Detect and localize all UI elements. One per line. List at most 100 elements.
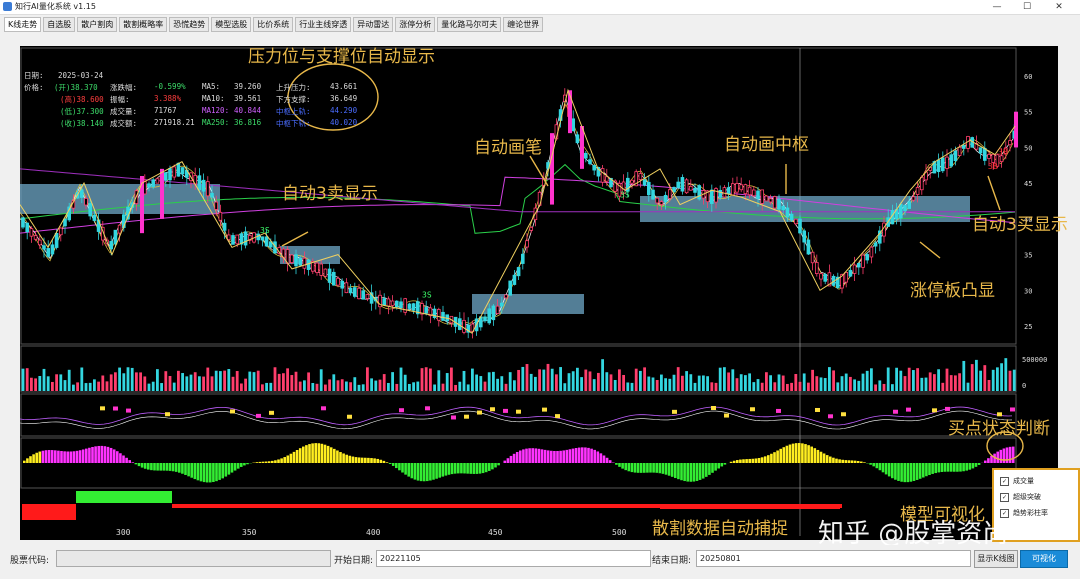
volume-bar [895, 367, 898, 391]
macd-bar [286, 455, 290, 463]
candle-body [978, 147, 983, 154]
candle-body [592, 164, 596, 171]
osc-dot [425, 406, 430, 411]
volume-bar [525, 364, 529, 391]
volume-bar [67, 369, 71, 391]
volume-bar [269, 382, 273, 391]
macd-bar [305, 445, 308, 463]
macd-bar [348, 455, 352, 463]
macd-bar [109, 447, 113, 463]
tab-panic[interactable]: 恐慌趋势 [169, 17, 210, 32]
maximize-button[interactable]: ☐ [1012, 0, 1042, 14]
ma10-value: 39.561 [234, 94, 262, 103]
macd-bar [54, 450, 57, 463]
volume-bar [546, 363, 550, 391]
annotation-pressure-support: 压力位与支撑位自动显示 [248, 47, 435, 67]
checkbox-icon[interactable]: ✓ [1000, 492, 1009, 502]
legend-item-volume[interactable]: ✓ 成交量 [1000, 476, 1034, 486]
candle-body [210, 193, 214, 198]
candle-body [941, 157, 945, 172]
macd-bar [906, 463, 910, 483]
macd-bar [559, 450, 562, 463]
macd-bar [47, 450, 51, 463]
tab-kline[interactable]: K线走势 [4, 17, 42, 32]
volume-bar [277, 373, 281, 391]
osc-dot [113, 406, 118, 411]
amp-label: 振幅: [110, 95, 130, 104]
candle-body [50, 244, 55, 255]
volume-bar [697, 375, 701, 391]
macd-bar [689, 463, 693, 482]
macd-bar [943, 463, 947, 472]
tab-compare[interactable]: 比价系统 [253, 17, 294, 32]
tab-model-pick[interactable]: 模型选股 [211, 17, 252, 32]
tab-chan[interactable]: 缠论世界 [503, 17, 544, 32]
volume-bar [744, 375, 747, 391]
osc-dot [750, 407, 755, 412]
candle-body [323, 268, 328, 277]
show-kline-button[interactable]: 显示K线图 [974, 550, 1018, 568]
macd-bar [915, 463, 919, 480]
volume-bar [143, 376, 147, 391]
macd-bar [497, 463, 500, 466]
candle-body [873, 242, 878, 247]
volume-bar [685, 371, 688, 391]
macd-bar [825, 455, 829, 463]
macd-bar [531, 448, 534, 463]
volume-bar [84, 383, 88, 391]
volume-bar [815, 376, 819, 391]
candle-body [260, 236, 265, 241]
tab-markov[interactable]: 量化路马尔可夫 [437, 17, 502, 32]
macd-bar [922, 463, 925, 478]
macd-bar [999, 449, 1003, 463]
volume-bar [189, 374, 193, 391]
macd-bar [116, 451, 119, 463]
macd-bar [41, 450, 45, 463]
tab-retail-cut[interactable]: 散户割肉 [77, 17, 118, 32]
volume-bar [786, 383, 789, 391]
candle-body [340, 280, 344, 289]
macd-bar [878, 463, 882, 471]
close-button[interactable]: ✕ [1044, 0, 1074, 14]
volume-bar [668, 378, 672, 391]
tab-radar[interactable]: 异动雷达 [353, 17, 394, 32]
macd-bar [271, 460, 274, 463]
volume-bar [727, 372, 730, 391]
macd-bar [221, 463, 224, 479]
candle-body [46, 248, 50, 257]
volume-bar [303, 380, 306, 391]
candle-body [147, 183, 151, 188]
close-value: (收)38.140 [60, 119, 104, 128]
macd-bar [711, 463, 714, 473]
ma120-label: MA120: [202, 106, 230, 115]
volume-bar [710, 382, 714, 391]
chart-area[interactable]: 3S 3S 3S 3B 3B 60 55 50 45 40 35 30 25 500000 0 300 350… [20, 46, 1058, 540]
legend-item-breakout[interactable]: ✓ 超级突破 [1000, 492, 1041, 502]
minimize-button[interactable]: — [982, 0, 1012, 14]
volume-bar [676, 367, 680, 391]
macd-bar [97, 445, 100, 463]
candle-body [710, 189, 714, 204]
candle-body [575, 134, 580, 144]
candle-body [936, 159, 941, 173]
volume-bar [651, 377, 655, 391]
stock-code-input[interactable] [56, 550, 331, 567]
volume-bar [361, 384, 365, 391]
end-date-input[interactable]: 20250801 [696, 550, 971, 567]
tab-industry[interactable]: 行业主线穿透 [295, 17, 352, 32]
tab-cut-prob[interactable]: 散割概略率 [119, 17, 168, 32]
tab-watchlist[interactable]: 自选股 [43, 17, 76, 32]
osc-dot [672, 409, 677, 414]
start-date-input[interactable]: 20221105 [376, 550, 651, 567]
macd-bar [977, 463, 981, 465]
checkbox-icon[interactable]: ✓ [1000, 476, 1009, 486]
volume-bar [147, 383, 151, 391]
volume-bar [38, 375, 42, 391]
visualize-button[interactable]: 可视化 [1020, 550, 1068, 568]
volume-bar [336, 380, 340, 391]
macd-bar [525, 448, 528, 463]
macd-bar [670, 463, 674, 477]
ma5-value: 39.260 [234, 82, 262, 91]
tab-limit-up[interactable]: 涨停分析 [395, 17, 436, 32]
volume-bar [714, 382, 718, 391]
